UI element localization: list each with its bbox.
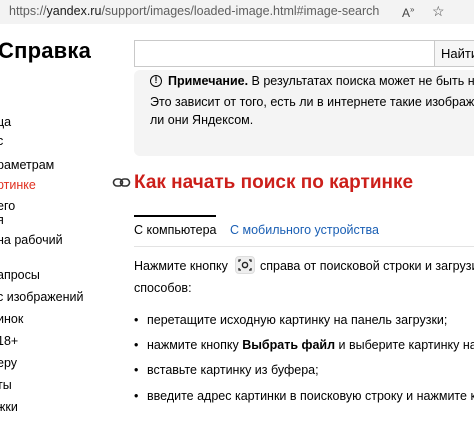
intro-after: справа от поисковой строки и загрузи <box>260 259 474 273</box>
address-url[interactable]: https://yandex.ru/support/images/loaded-… <box>9 4 379 18</box>
info-icon: ! <box>150 75 162 87</box>
sidebar-item[interactable]: жки <box>0 400 18 414</box>
url-host: yandex.ru <box>46 4 102 18</box>
bullet-item: введите адрес картинки в поисковую строк… <box>147 389 474 403</box>
sidebar-item[interactable]: его <box>0 199 15 213</box>
sidebar-item[interactable]: с изображений <box>0 290 84 304</box>
sidebar-item[interactable]: раметрам <box>0 158 54 172</box>
browser-address-bar[interactable]: https://yandex.ru/support/images/loaded-… <box>0 0 474 25</box>
sidebar-item[interactable]: с <box>0 134 3 148</box>
active-tab-indicator <box>134 215 216 217</box>
site-logo[interactable]: Справка <box>0 38 91 64</box>
tab-divider <box>134 246 474 247</box>
search-button[interactable]: Найти <box>434 40 474 67</box>
bullet-dot: • <box>134 389 139 403</box>
bullet-text-pre: нажмите кнопку <box>147 338 243 352</box>
intro-line-2: способов: <box>134 281 192 295</box>
bullet-text-bold: Выбрать файл <box>242 338 336 352</box>
bullet-item: перетащите исходную картинку на панель з… <box>147 313 448 327</box>
note-title: Примечание. <box>168 74 249 88</box>
read-aloud-icon[interactable]: A» <box>402 5 414 20</box>
bullet-item: нажмите кнопку Выбрать файл и выберите к… <box>147 338 474 352</box>
bullet-dot: • <box>134 338 139 352</box>
bullet-dot: • <box>134 363 139 377</box>
search-input[interactable] <box>134 40 434 67</box>
intro-before: Нажмите кнопку <box>134 259 228 273</box>
section-heading: Как начать поиск по картинке <box>134 172 414 193</box>
sidebar-item[interactable]: инок <box>0 312 23 326</box>
note-line-3: ли они Яндексом. <box>150 113 254 127</box>
sidebar-item[interactable]: ты <box>0 378 12 392</box>
url-scheme: https:// <box>9 4 47 18</box>
bullet-item: вставьте картинку из буфера; <box>147 363 319 377</box>
bullet-dot: • <box>134 313 139 327</box>
tab-computer[interactable]: С компьютера <box>134 223 216 237</box>
bullet-text-post: и выберите картинку на н <box>335 338 474 352</box>
note-line-1: Примечание. В результатах поиска может н… <box>168 74 474 88</box>
link-icon[interactable] <box>112 176 132 190</box>
tab-mobile[interactable]: С мобильного устройства <box>230 223 379 237</box>
sidebar-item[interactable]: я <box>0 213 4 227</box>
sidebar-item[interactable]: апросы <box>0 268 40 282</box>
note-line-2: Это зависит от того, есть ли в интернете… <box>150 95 474 109</box>
sidebar-item[interactable]: 18+ <box>0 334 18 348</box>
sidebar-item[interactable]: еру <box>0 356 17 370</box>
note-text: В результатах поиска может не быть ну <box>248 74 474 88</box>
sidebar-item[interactable]: ца <box>0 115 11 129</box>
star-icon[interactable]: ☆ <box>432 3 445 20</box>
sidebar-item[interactable]: на рабочий <box>0 233 63 247</box>
url-path: /support/images/loaded-image.html#image-… <box>101 4 380 18</box>
sidebar-item-active[interactable]: ртинке <box>0 178 36 192</box>
camera-search-icon <box>235 256 255 274</box>
